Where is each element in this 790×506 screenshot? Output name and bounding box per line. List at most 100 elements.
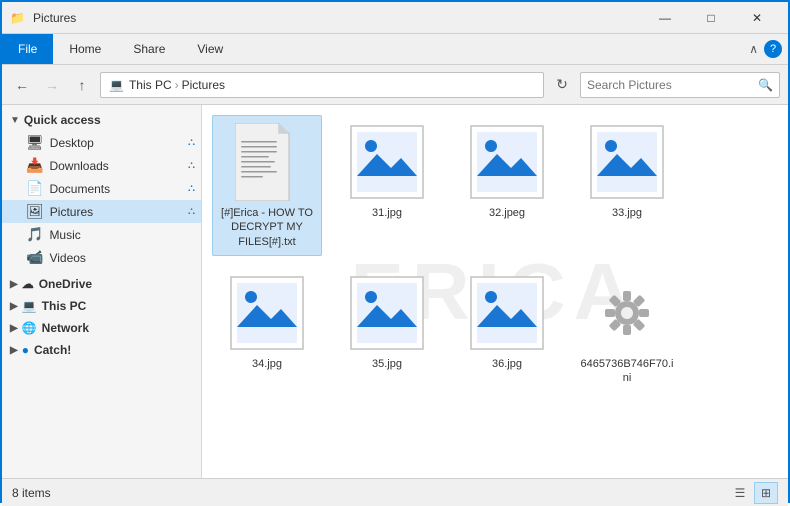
back-button[interactable]: ← <box>10 73 34 97</box>
file-name: [#]Erica - HOW TO DECRYPT MY FILES[#].tx… <box>219 206 315 249</box>
onedrive-label: OneDrive <box>39 277 92 291</box>
file-icon-wrapper <box>587 273 667 353</box>
file-icon-wrapper <box>347 122 427 202</box>
address-path[interactable]: 💻 This PC › Pictures <box>100 72 544 98</box>
img-file-icon <box>349 124 425 200</box>
content-area: ERICA <box>202 105 788 478</box>
file-name: 33.jpg <box>612 206 642 220</box>
videos-icon: 📹 <box>26 249 43 266</box>
quick-access-header[interactable]: ▼ Quick access <box>2 109 201 131</box>
maximize-button[interactable]: □ <box>688 2 734 34</box>
this-pc-header[interactable]: ▶ 💻 This PC <box>2 295 201 317</box>
list-item[interactable]: 35.jpg <box>332 266 442 393</box>
pictures-icon: 🖼 <box>26 203 44 220</box>
network-icon: 🌐 <box>22 321 37 335</box>
list-item[interactable]: 36.jpg <box>452 266 562 393</box>
file-name: 35.jpg <box>372 357 402 371</box>
path-pictures[interactable]: Pictures <box>182 78 225 92</box>
window-controls: — □ ✕ <box>642 2 780 34</box>
tab-share[interactable]: Share <box>117 34 181 64</box>
list-view-button[interactable]: ☰ <box>728 482 752 504</box>
onedrive-icon: ☁ <box>22 277 34 291</box>
search-box[interactable]: 🔍 <box>580 72 780 98</box>
list-item[interactable]: [#]Erica - HOW TO DECRYPT MY FILES[#].tx… <box>212 115 322 256</box>
chevron-icon: ▶ <box>10 323 18 334</box>
help-button[interactable]: ? <box>764 40 782 58</box>
music-icon: 🎵 <box>26 226 43 243</box>
this-pc-label: This PC <box>42 299 87 313</box>
network-label: Network <box>42 321 89 335</box>
up-button[interactable]: ↑ <box>70 73 94 97</box>
file-icon-wrapper <box>467 273 547 353</box>
img-file-icon <box>589 124 665 200</box>
title-text: Pictures <box>33 11 642 25</box>
item-count: 8 items <box>12 486 51 500</box>
refresh-button[interactable]: ↻ <box>550 73 574 97</box>
img-file-icon <box>469 124 545 200</box>
this-pc-icon: 💻 <box>22 299 37 313</box>
sidebar-item-label: Downloads <box>49 159 108 173</box>
tab-view[interactable]: View <box>181 34 239 64</box>
file-name: 32.jpeg <box>489 206 525 220</box>
list-item[interactable]: 32.jpeg <box>452 115 562 256</box>
sidebar-item-videos[interactable]: 📹 Videos <box>2 246 201 269</box>
file-icon-wrapper <box>227 122 307 202</box>
sidebar-item-music[interactable]: 🎵 Music <box>2 223 201 246</box>
gear-file-icon <box>589 275 665 351</box>
collapse-ribbon-button[interactable]: ∧ <box>749 42 758 56</box>
pin-icon: ⛬ <box>188 206 195 217</box>
tab-home[interactable]: Home <box>53 34 117 64</box>
chevron-icon: ▶ <box>10 301 18 312</box>
sidebar-item-label: Music <box>49 228 80 242</box>
search-icon: 🔍 <box>758 78 773 92</box>
pin-icon: ⛬ <box>188 183 195 194</box>
sidebar-item-pictures[interactable]: 🖼 Pictures ⛬ <box>2 200 201 223</box>
file-icon-wrapper <box>227 273 307 353</box>
file-icon-wrapper <box>347 273 427 353</box>
txt-file-icon <box>235 123 299 201</box>
network-header[interactable]: ▶ 🌐 Network <box>2 317 201 339</box>
documents-icon: 📄 <box>26 180 43 197</box>
catch-header[interactable]: ▶ ● Catch! <box>2 339 201 361</box>
status-bar: 8 items ☰ ⊞ <box>2 478 788 506</box>
list-item[interactable]: 6465736B746F70.ini <box>572 266 682 393</box>
pin-icon: ⛬ <box>188 160 195 171</box>
app-icon: 📁 <box>10 11 25 25</box>
sidebar-item-label: Pictures <box>50 205 93 219</box>
onedrive-header[interactable]: ▶ ☁ OneDrive <box>2 273 201 295</box>
list-item[interactable]: 33.jpg <box>572 115 682 256</box>
chevron-icon: ▶ <box>10 345 18 356</box>
view-buttons: ☰ ⊞ <box>728 482 778 504</box>
img-file-icon <box>469 275 545 351</box>
list-item[interactable]: 34.jpg <box>212 266 322 393</box>
pin-icon: ⛬ <box>188 137 195 148</box>
file-name: 31.jpg <box>372 206 402 220</box>
ribbon-tabs: File Home Share View ∧ ? <box>2 34 788 64</box>
minimize-button[interactable]: — <box>642 2 688 34</box>
title-bar-icons: 📁 <box>10 11 25 25</box>
sidebar-item-label: Documents <box>49 182 110 196</box>
chevron-icon: ▶ <box>10 279 18 290</box>
close-button[interactable]: ✕ <box>734 2 780 34</box>
img-file-icon <box>349 275 425 351</box>
sidebar-item-desktop[interactable]: 🖥 Desktop ⛬ <box>2 131 201 154</box>
file-name: 6465736B746F70.ini <box>579 357 675 386</box>
ribbon: File Home Share View ∧ ? <box>2 34 788 65</box>
path-this-pc[interactable]: This PC <box>129 78 172 92</box>
file-name: 34.jpg <box>252 357 282 371</box>
sidebar-item-documents[interactable]: 📄 Documents ⛬ <box>2 177 201 200</box>
catch-icon: ● <box>22 343 29 357</box>
catch-label: Catch! <box>34 343 71 357</box>
sidebar-item-downloads[interactable]: 📥 Downloads ⛬ <box>2 154 201 177</box>
tab-file[interactable]: File <box>2 34 53 64</box>
large-icon-view-button[interactable]: ⊞ <box>754 482 778 504</box>
list-item[interactable]: 31.jpg <box>332 115 442 256</box>
main-layout: ▼ Quick access 🖥 Desktop ⛬ 📥 Downloads ⛬… <box>2 105 788 478</box>
search-input[interactable] <box>587 78 754 92</box>
forward-button[interactable]: → <box>40 73 64 97</box>
path-icon: 💻 <box>109 78 124 92</box>
address-bar: ← → ↑ 💻 This PC › Pictures ↻ 🔍 <box>2 65 788 105</box>
chevron-icon: ▼ <box>10 115 20 126</box>
desktop-icon: 🖥 <box>26 134 44 151</box>
file-icon-wrapper <box>587 122 667 202</box>
